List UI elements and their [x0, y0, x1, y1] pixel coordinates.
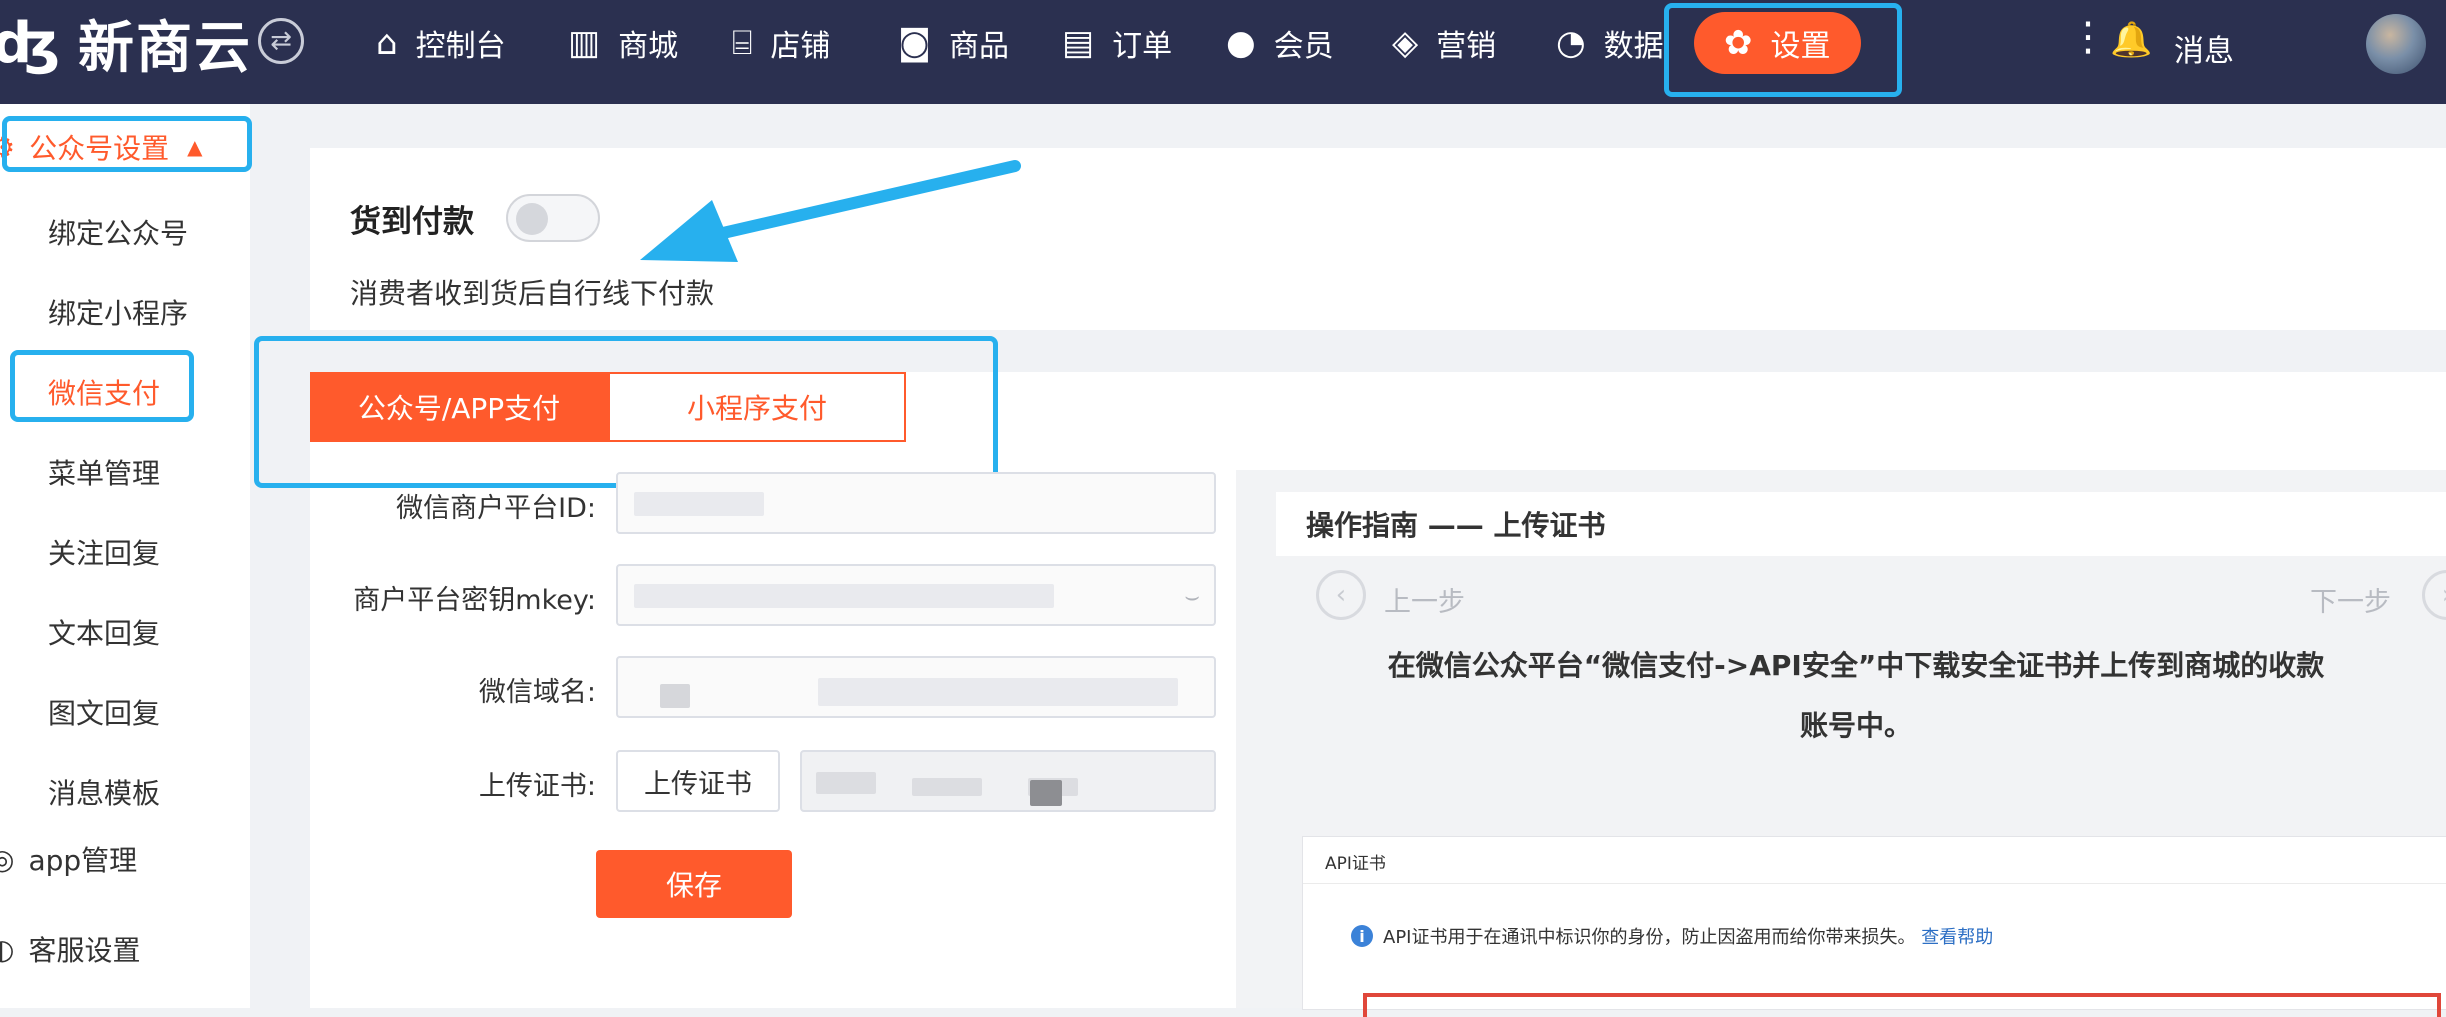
- annotation-highlight-group: [2, 116, 252, 172]
- annotation-arrow: [640, 160, 1021, 262]
- guide-message: 在微信公众平台“微信支付->API安全”中下载安全证书并上传到商城的收款账号中。: [1387, 649, 2325, 742]
- domain-label: 微信域名:: [478, 677, 596, 708]
- help-link[interactable]: 查看帮助: [1921, 927, 1993, 948]
- upload-cert-button[interactable]: 上传证书: [616, 750, 780, 812]
- merchant-id-label: 微信商户平台ID:: [396, 493, 596, 524]
- redacted-value: [818, 678, 1178, 706]
- nav-label: 营销: [1436, 29, 1497, 64]
- nav-item-shop[interactable]: ⌸ 店铺: [732, 0, 830, 86]
- redacted-value: [660, 684, 690, 708]
- sidebar: ⚙ 公众号设置 ▲ 绑定公众号 绑定小程序 微信支付 菜单管理 关注回复 文本回…: [0, 104, 250, 1008]
- sidebar-item-news-reply[interactable]: 图文回复: [48, 692, 160, 732]
- headset-icon: ◐: [0, 932, 15, 966]
- redacted-value: [634, 492, 764, 516]
- building-icon: ▥: [568, 23, 601, 63]
- switch-store-icon[interactable]: ⇄: [258, 18, 304, 64]
- annotation-highlight-settings: [1664, 3, 1902, 97]
- user-icon: ●: [1226, 23, 1256, 63]
- top-navigation-bar: ʤ 新商云 ⇄ ⌂ 控制台 ▥ 商城 ⌸ 店铺 ◙ 商品 ▤ 订单 ● 会员 ◈…: [0, 0, 2446, 104]
- mkey-input[interactable]: ⌣: [616, 564, 1216, 626]
- home-icon: ⌂: [376, 23, 398, 63]
- eye-closed-icon[interactable]: ⌣: [1184, 582, 1200, 610]
- nav-item-data[interactable]: ◔ 数据: [1556, 0, 1664, 86]
- cert-info-text: API证书用于在通讯中标识你的身份，防止因盗用而给你带来损失。 查看帮助: [1383, 923, 1993, 949]
- redacted-value: [1030, 780, 1062, 806]
- prev-step-icon[interactable]: ‹: [1316, 570, 1366, 620]
- sidebar-group-label: 客服设置: [28, 934, 141, 967]
- bell-icon[interactable]: 🔔: [2110, 20, 2152, 60]
- domain-input[interactable]: [616, 656, 1216, 718]
- logo-mark-icon: ʤ: [0, 10, 61, 76]
- brand-logo[interactable]: ʤ 新商云: [0, 8, 252, 81]
- box-icon: ◈: [1392, 23, 1419, 63]
- more-menu-icon[interactable]: ⋮: [2068, 14, 2108, 60]
- mkey-label: 商户平台密钥mkey:: [353, 585, 596, 616]
- pie-chart-icon: ◔: [1556, 23, 1586, 63]
- annotation-highlight-tabs: [254, 336, 998, 488]
- nav-label: 会员: [1273, 29, 1334, 64]
- sidebar-item-follow-reply[interactable]: 关注回复: [48, 532, 160, 572]
- redacted-value: [816, 772, 876, 794]
- annotation-highlight-wechat-pay: [10, 350, 194, 422]
- bag-icon: ◙: [898, 23, 931, 63]
- cert-info-message: API证书用于在通讯中标识你的身份，防止因盗用而给你带来损失。: [1383, 927, 1916, 948]
- redacted-value: [912, 778, 982, 796]
- messages-link[interactable]: 消息: [2174, 26, 2234, 70]
- brand-name: 新商云: [78, 15, 253, 81]
- avatar[interactable]: [2366, 14, 2426, 74]
- cert-card-title: API证书: [1325, 854, 1386, 874]
- app-icon: ◎: [0, 842, 15, 876]
- cert-file-field[interactable]: [800, 750, 1216, 812]
- cert-label: 上传证书:: [478, 771, 596, 802]
- nav-label: 控制台: [415, 29, 506, 64]
- sidebar-group-app[interactable]: ◎ app管理: [0, 834, 137, 884]
- red-highlight-box: [1363, 993, 2441, 1017]
- nav-label: 商城: [618, 29, 679, 64]
- guide-panel: 操作指南 —— 上传证书 ‹ 上一步 下一步 › 在微信公众平台“微信支付->A…: [1236, 470, 2446, 1017]
- nav-item-marketing[interactable]: ◈ 营销: [1392, 0, 1496, 86]
- nav-item-products[interactable]: ◙ 商品: [898, 0, 1009, 86]
- nav-label: 订单: [1112, 29, 1173, 64]
- nav-item-members[interactable]: ● 会员: [1226, 0, 1334, 86]
- nav-item-mall[interactable]: ▥ 商城: [568, 0, 678, 86]
- next-step-icon[interactable]: ›: [2422, 570, 2446, 620]
- merchant-id-input[interactable]: [616, 472, 1216, 534]
- clipboard-icon: ▤: [1062, 23, 1095, 63]
- sidebar-group-label: app管理: [28, 844, 138, 877]
- sidebar-item-menu-management[interactable]: 菜单管理: [48, 452, 160, 492]
- sidebar-item-bind-miniprogram[interactable]: 绑定小程序: [48, 292, 188, 332]
- sidebar-item-message-template[interactable]: 消息模板: [48, 772, 160, 812]
- store-icon: ⌸: [732, 23, 753, 63]
- redacted-value: [634, 584, 1054, 608]
- nav-item-dashboard[interactable]: ⌂ 控制台: [376, 0, 506, 86]
- nav-label: 店铺: [770, 29, 831, 64]
- nav-item-orders[interactable]: ▤ 订单: [1062, 0, 1172, 86]
- nav-label: 商品: [949, 29, 1009, 64]
- toggle-knob: [516, 203, 548, 235]
- cod-toggle[interactable]: [506, 194, 600, 242]
- api-cert-screenshot: API证书 i API证书用于在通讯中标识你的身份，防止因盗用而给你带来损失。 …: [1302, 836, 2446, 1017]
- cod-title: 货到付款: [350, 204, 474, 240]
- sidebar-item-bind-account[interactable]: 绑定公众号: [48, 212, 188, 252]
- prev-step-button[interactable]: 上一步: [1384, 580, 1465, 619]
- sidebar-group-customer-service[interactable]: ◐ 客服设置: [0, 924, 140, 974]
- next-step-button[interactable]: 下一步: [2310, 580, 2391, 619]
- info-icon: i: [1351, 925, 1373, 947]
- nav-label: 数据: [1603, 29, 1664, 64]
- sidebar-item-text-reply[interactable]: 文本回复: [48, 612, 160, 652]
- guide-title: 操作指南 —— 上传证书: [1276, 492, 2446, 556]
- save-button[interactable]: 保存: [596, 850, 792, 918]
- divider: [1303, 883, 2446, 884]
- cod-description: 消费者收到货后自行线下付款: [350, 277, 715, 310]
